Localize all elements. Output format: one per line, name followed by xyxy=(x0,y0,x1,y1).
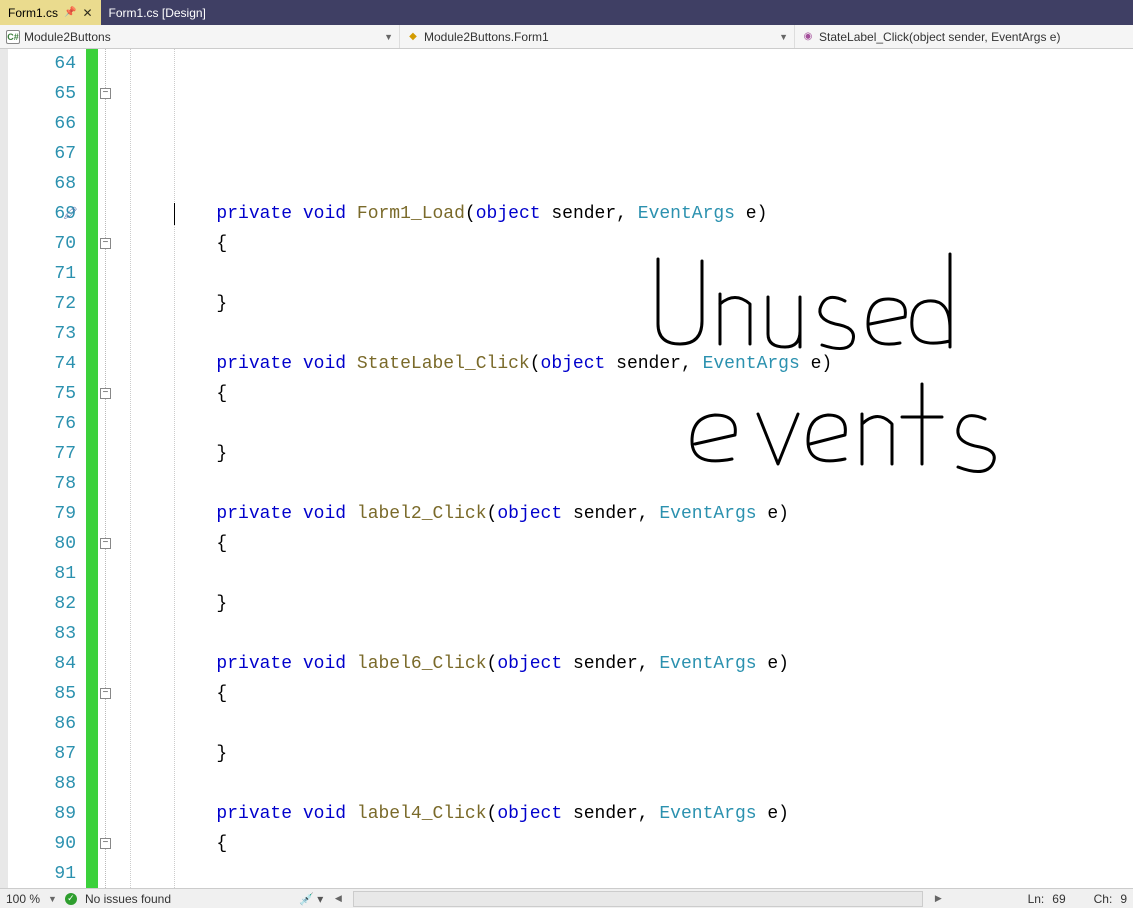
line-number: 89 xyxy=(8,799,76,829)
code-line[interactable] xyxy=(130,469,1133,499)
chevron-down-icon[interactable]: ▼ xyxy=(48,894,57,904)
code-line[interactable]: { xyxy=(130,679,1133,709)
text-caret xyxy=(174,203,175,225)
line-number: 81 xyxy=(8,559,76,589)
member-dropdown[interactable]: ◉ StateLabel_Click(object sender, EventA… xyxy=(795,25,1133,48)
col-number-status: 9 xyxy=(1120,892,1127,906)
code-navigation-bar: C# Module2Buttons ▼ ◆ Module2Buttons.For… xyxy=(0,25,1133,49)
zoom-level[interactable]: 100 % xyxy=(6,892,40,906)
code-text-area[interactable]: private void Form1_Load(object sender, E… xyxy=(130,49,1133,888)
line-number: 91 xyxy=(8,859,76,888)
line-number: 84 xyxy=(8,649,76,679)
tab-form1-design[interactable]: Form1.cs [Design] xyxy=(101,0,214,25)
reference-icon: 🖍 xyxy=(63,199,78,229)
code-line[interactable]: } xyxy=(130,589,1133,619)
line-number: 82 xyxy=(8,589,76,619)
editor-status-bar: 100 % ▼ ✓ No issues found 💉 ▾ ◀ ▶ Ln: 69… xyxy=(0,888,1133,908)
class-dropdown[interactable]: ◆ Module2Buttons.Form1 ▼ xyxy=(400,25,795,48)
code-line[interactable]: private void label4_Click(object sender,… xyxy=(130,799,1133,829)
csharp-project-icon: C# xyxy=(6,30,20,44)
member-label: StateLabel_Click(object sender, EventArg… xyxy=(819,30,1060,44)
code-line[interactable]: } xyxy=(130,739,1133,769)
line-number: 79 xyxy=(8,499,76,529)
tab-label: Form1.cs [Design] xyxy=(109,6,206,20)
namespace-dropdown[interactable]: C# Module2Buttons ▼ xyxy=(0,25,400,48)
code-line[interactable]: private void label2_Click(object sender,… xyxy=(130,499,1133,529)
line-number: 90 xyxy=(8,829,76,859)
line-number: 73 xyxy=(8,319,76,349)
fold-toggle[interactable]: − xyxy=(100,388,111,399)
code-editor[interactable]: 646566676869🖍707172737475767778798081828… xyxy=(0,49,1133,888)
pin-icon[interactable]: 📌 xyxy=(64,7,76,18)
fold-toggle[interactable]: − xyxy=(100,688,111,699)
line-number: 86 xyxy=(8,709,76,739)
code-line[interactable] xyxy=(130,409,1133,439)
indicator-margin xyxy=(0,49,8,888)
line-number: 64 xyxy=(8,49,76,79)
status-ok-icon: ✓ xyxy=(65,893,77,905)
code-line[interactable]: private void StateLabel_Click(object sen… xyxy=(130,349,1133,379)
line-number: 85 xyxy=(8,679,76,709)
code-line[interactable]: } xyxy=(130,439,1133,469)
class-icon: ◆ xyxy=(406,30,420,44)
tab-label: Form1.cs xyxy=(8,6,58,20)
code-line[interactable] xyxy=(130,709,1133,739)
code-line[interactable] xyxy=(130,559,1133,589)
chevron-down-icon: ▼ xyxy=(384,32,393,42)
code-line[interactable] xyxy=(130,259,1133,289)
line-number: 83 xyxy=(8,619,76,649)
code-line[interactable] xyxy=(130,859,1133,888)
dropper-icon[interactable]: 💉 ▾ xyxy=(299,892,323,906)
line-number: 66 xyxy=(8,109,76,139)
fold-toggle[interactable]: − xyxy=(100,88,111,99)
outlining-column: − − − − − − xyxy=(98,49,130,888)
col-label: Ch: xyxy=(1094,892,1113,906)
line-label: Ln: xyxy=(1028,892,1045,906)
code-line[interactable]: private void label6_Click(object sender,… xyxy=(130,649,1133,679)
line-number: 80 xyxy=(8,529,76,559)
code-line[interactable] xyxy=(130,619,1133,649)
change-marker-column xyxy=(86,49,98,888)
code-line[interactable]: { xyxy=(130,379,1133,409)
line-number: 70 xyxy=(8,229,76,259)
horizontal-scrollbar[interactable] xyxy=(353,891,923,907)
line-number: 74 xyxy=(8,349,76,379)
fold-toggle[interactable]: − xyxy=(100,238,111,249)
code-line[interactable] xyxy=(130,169,1133,199)
line-number: 76 xyxy=(8,409,76,439)
line-number: 78 xyxy=(8,469,76,499)
code-line[interactable] xyxy=(130,769,1133,799)
line-number: 77 xyxy=(8,439,76,469)
line-number-status: 69 xyxy=(1052,892,1065,906)
line-number: 87 xyxy=(8,739,76,769)
line-number: 72 xyxy=(8,289,76,319)
close-icon[interactable]: ✕ xyxy=(82,6,92,20)
line-number-gutter: 646566676869🖍707172737475767778798081828… xyxy=(8,49,86,888)
tab-form1-cs[interactable]: Form1.cs 📌 ✕ xyxy=(0,0,101,25)
line-number: 75 xyxy=(8,379,76,409)
code-line[interactable]: { xyxy=(130,229,1133,259)
issues-text: No issues found xyxy=(85,892,171,906)
line-number: 71 xyxy=(8,259,76,289)
chevron-down-icon: ▼ xyxy=(779,32,788,42)
scroll-right-button[interactable]: ▶ xyxy=(931,893,945,904)
code-line[interactable]: { xyxy=(130,829,1133,859)
code-line[interactable]: private void Form1_Load(object sender, E… xyxy=(130,199,1133,229)
document-tab-strip: Form1.cs 📌 ✕ Form1.cs [Design] xyxy=(0,0,1133,25)
fold-toggle[interactable]: − xyxy=(100,838,111,849)
code-line[interactable] xyxy=(130,319,1133,349)
line-number: 68 xyxy=(8,169,76,199)
method-icon: ◉ xyxy=(801,30,815,44)
scroll-left-button[interactable]: ◀ xyxy=(331,893,345,904)
fold-toggle[interactable]: − xyxy=(100,538,111,549)
class-label: Module2Buttons.Form1 xyxy=(424,30,549,44)
code-line[interactable]: } xyxy=(130,289,1133,319)
line-number: 88 xyxy=(8,769,76,799)
line-number: 67 xyxy=(8,139,76,169)
line-number: 69🖍 xyxy=(8,199,76,229)
line-number: 65 xyxy=(8,79,76,109)
namespace-label: Module2Buttons xyxy=(24,30,111,44)
code-line[interactable]: { xyxy=(130,529,1133,559)
